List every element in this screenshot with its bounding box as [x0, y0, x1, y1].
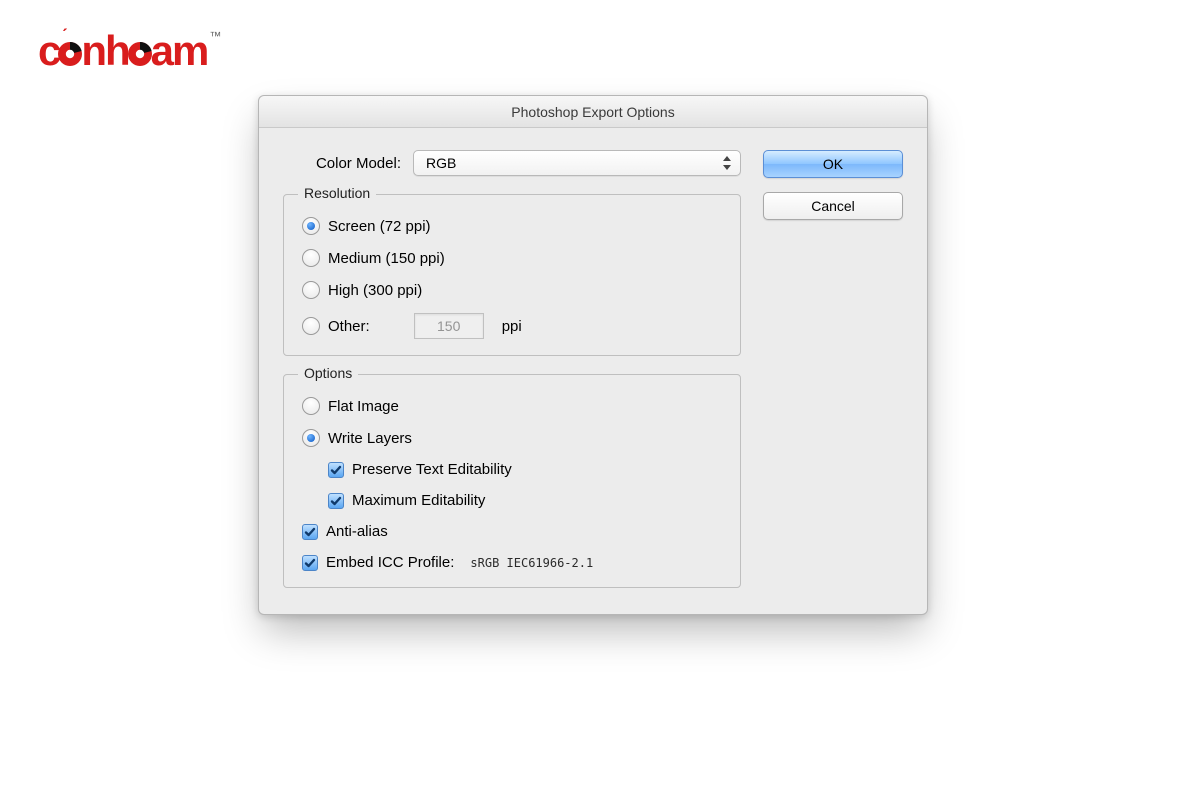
resolution-radio-high[interactable]: [302, 281, 320, 299]
resolution-label-screen: Screen (72 ppi): [328, 218, 431, 235]
embed-icc-label: Embed ICC Profile:: [326, 554, 454, 571]
logo-chunk-a: c: [38, 27, 59, 74]
color-model-value: RGB: [426, 155, 456, 171]
cancel-button[interactable]: Cancel: [763, 192, 903, 220]
anti-alias-checkbox[interactable]: [302, 524, 318, 540]
icc-profile-name: sRGB IEC61966-2.1: [470, 556, 593, 570]
logo-chunk-b: nh: [81, 27, 128, 74]
dialog-right-column: OK Cancel: [763, 150, 903, 220]
resolution-label-high: High (300 ppi): [328, 282, 422, 299]
dialog-title: Photoshop Export Options: [259, 96, 927, 128]
preserve-text-checkbox[interactable]: [328, 462, 344, 478]
brand-logo: ˊc nh am™: [38, 30, 221, 72]
logo-chunk-c: am: [151, 27, 208, 74]
resolution-radio-screen[interactable]: [302, 217, 320, 235]
select-arrows-icon: [722, 156, 732, 170]
resolution-label-other: Other:: [328, 318, 370, 335]
max-edit-label: Maximum Editability: [352, 492, 485, 509]
dialog-left-column: Color Model: RGB Resolution Screen (72 p…: [283, 150, 741, 588]
options-label-write-layers: Write Layers: [328, 430, 412, 447]
resolution-radio-other[interactable]: [302, 317, 320, 335]
options-radio-write-layers[interactable]: [302, 429, 320, 447]
options-group: Options Flat Image Write Layers Preserve…: [283, 374, 741, 588]
ok-button[interactable]: OK: [763, 150, 903, 178]
resolution-label-medium: Medium (150 ppi): [328, 250, 445, 267]
color-model-select[interactable]: RGB: [413, 150, 741, 176]
logo-donut-icon: [57, 32, 83, 58]
trademark-icon: ™: [209, 29, 221, 43]
color-model-row: Color Model: RGB: [283, 150, 741, 176]
max-edit-checkbox[interactable]: [328, 493, 344, 509]
embed-icc-checkbox[interactable]: [302, 555, 318, 571]
resolution-radio-medium[interactable]: [302, 249, 320, 267]
options-label-flat: Flat Image: [328, 398, 399, 415]
resolution-group: Resolution Screen (72 ppi) Medium (150 p…: [283, 194, 741, 356]
export-options-dialog: Photoshop Export Options Color Model: RG…: [258, 95, 928, 615]
dialog-content: Color Model: RGB Resolution Screen (72 p…: [259, 128, 927, 614]
resolution-other-input[interactable]: 150: [414, 313, 484, 339]
color-model-label: Color Model:: [283, 155, 401, 172]
anti-alias-label: Anti-alias: [326, 523, 388, 540]
ppi-unit: ppi: [502, 318, 522, 335]
options-legend: Options: [298, 365, 358, 381]
resolution-legend: Resolution: [298, 185, 376, 201]
preserve-text-label: Preserve Text Editability: [352, 461, 512, 478]
logo-donut-icon: [127, 32, 153, 58]
options-radio-flat[interactable]: [302, 397, 320, 415]
